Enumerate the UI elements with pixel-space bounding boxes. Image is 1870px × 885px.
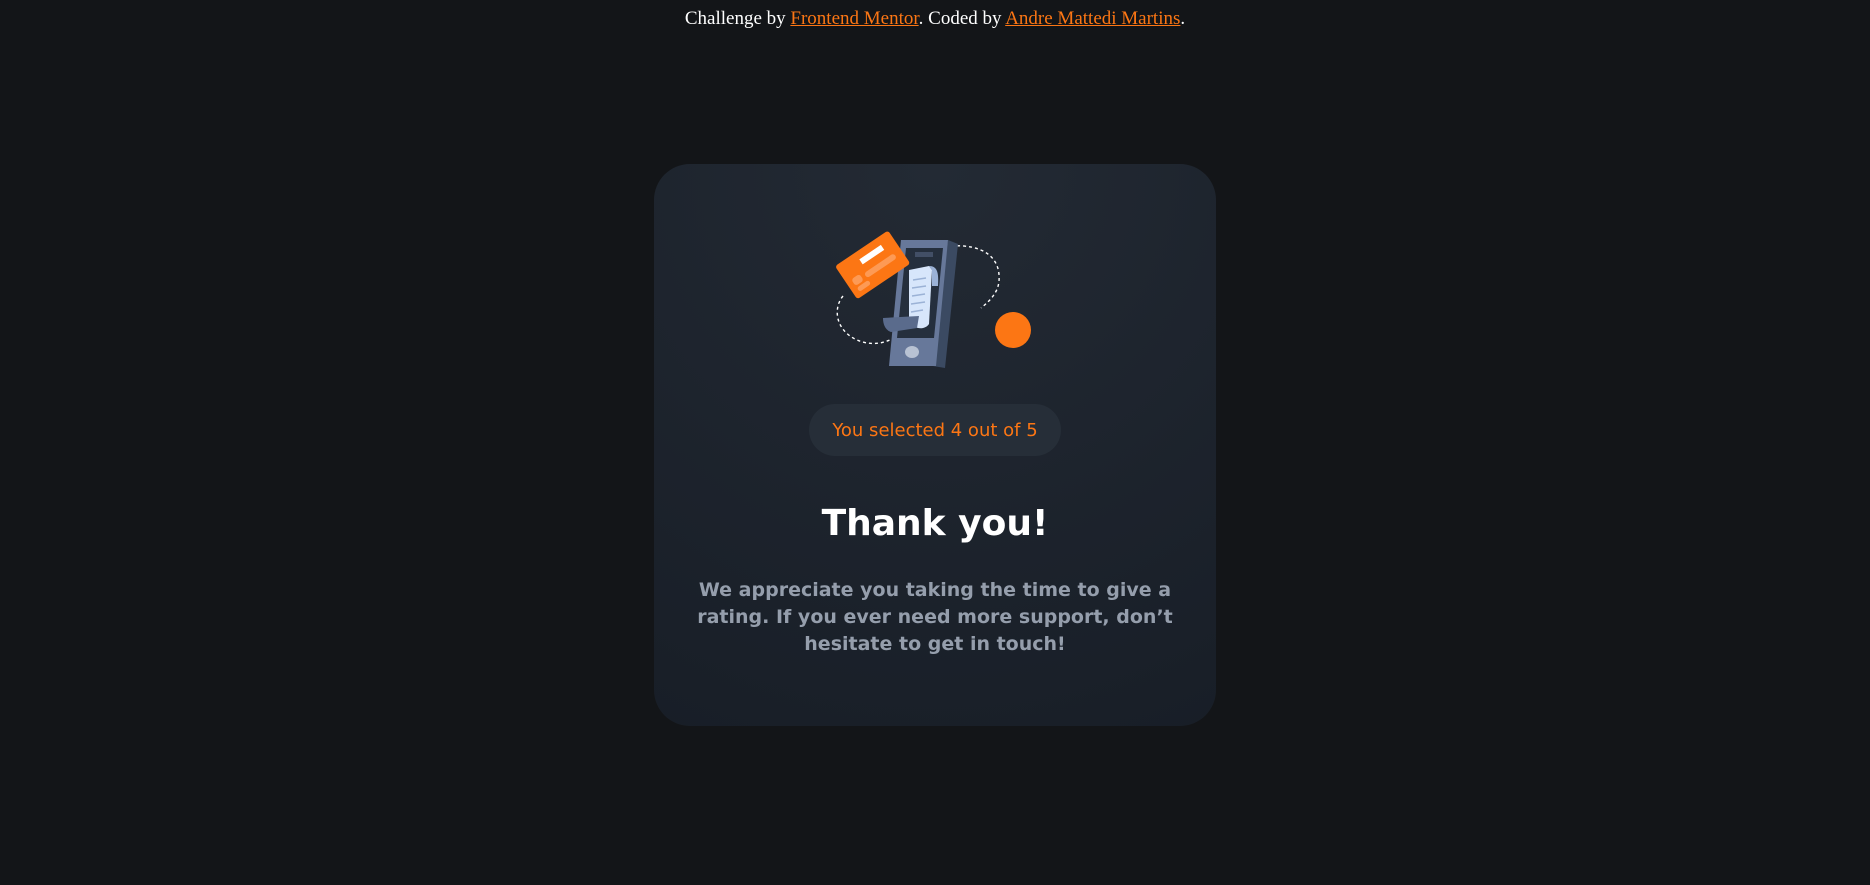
- attribution-middle: . Coded by: [918, 8, 1006, 29]
- attribution-prefix: Challenge by: [684, 8, 791, 29]
- selection-result-text: You selected 4 out of 5: [832, 419, 1038, 441]
- thank-you-card: You selected 4 out of 5 Thank you! We ap…: [654, 164, 1216, 726]
- thank-you-message: We appreciate you taking the time to giv…: [697, 579, 1173, 655]
- attribution: Challenge by Frontend Mentor. Coded by A…: [0, 8, 1870, 30]
- frontend-mentor-link[interactable]: Frontend Mentor: [790, 8, 918, 29]
- thank-you-title: Thank you!: [821, 503, 1049, 544]
- payment-phone-illustration-icon: [836, 231, 1031, 368]
- selection-result-badge: You selected 4 out of 5: [809, 404, 1061, 456]
- author-link[interactable]: Andre Mattedi Martins: [1005, 8, 1180, 29]
- attribution-suffix: .: [1180, 8, 1186, 29]
